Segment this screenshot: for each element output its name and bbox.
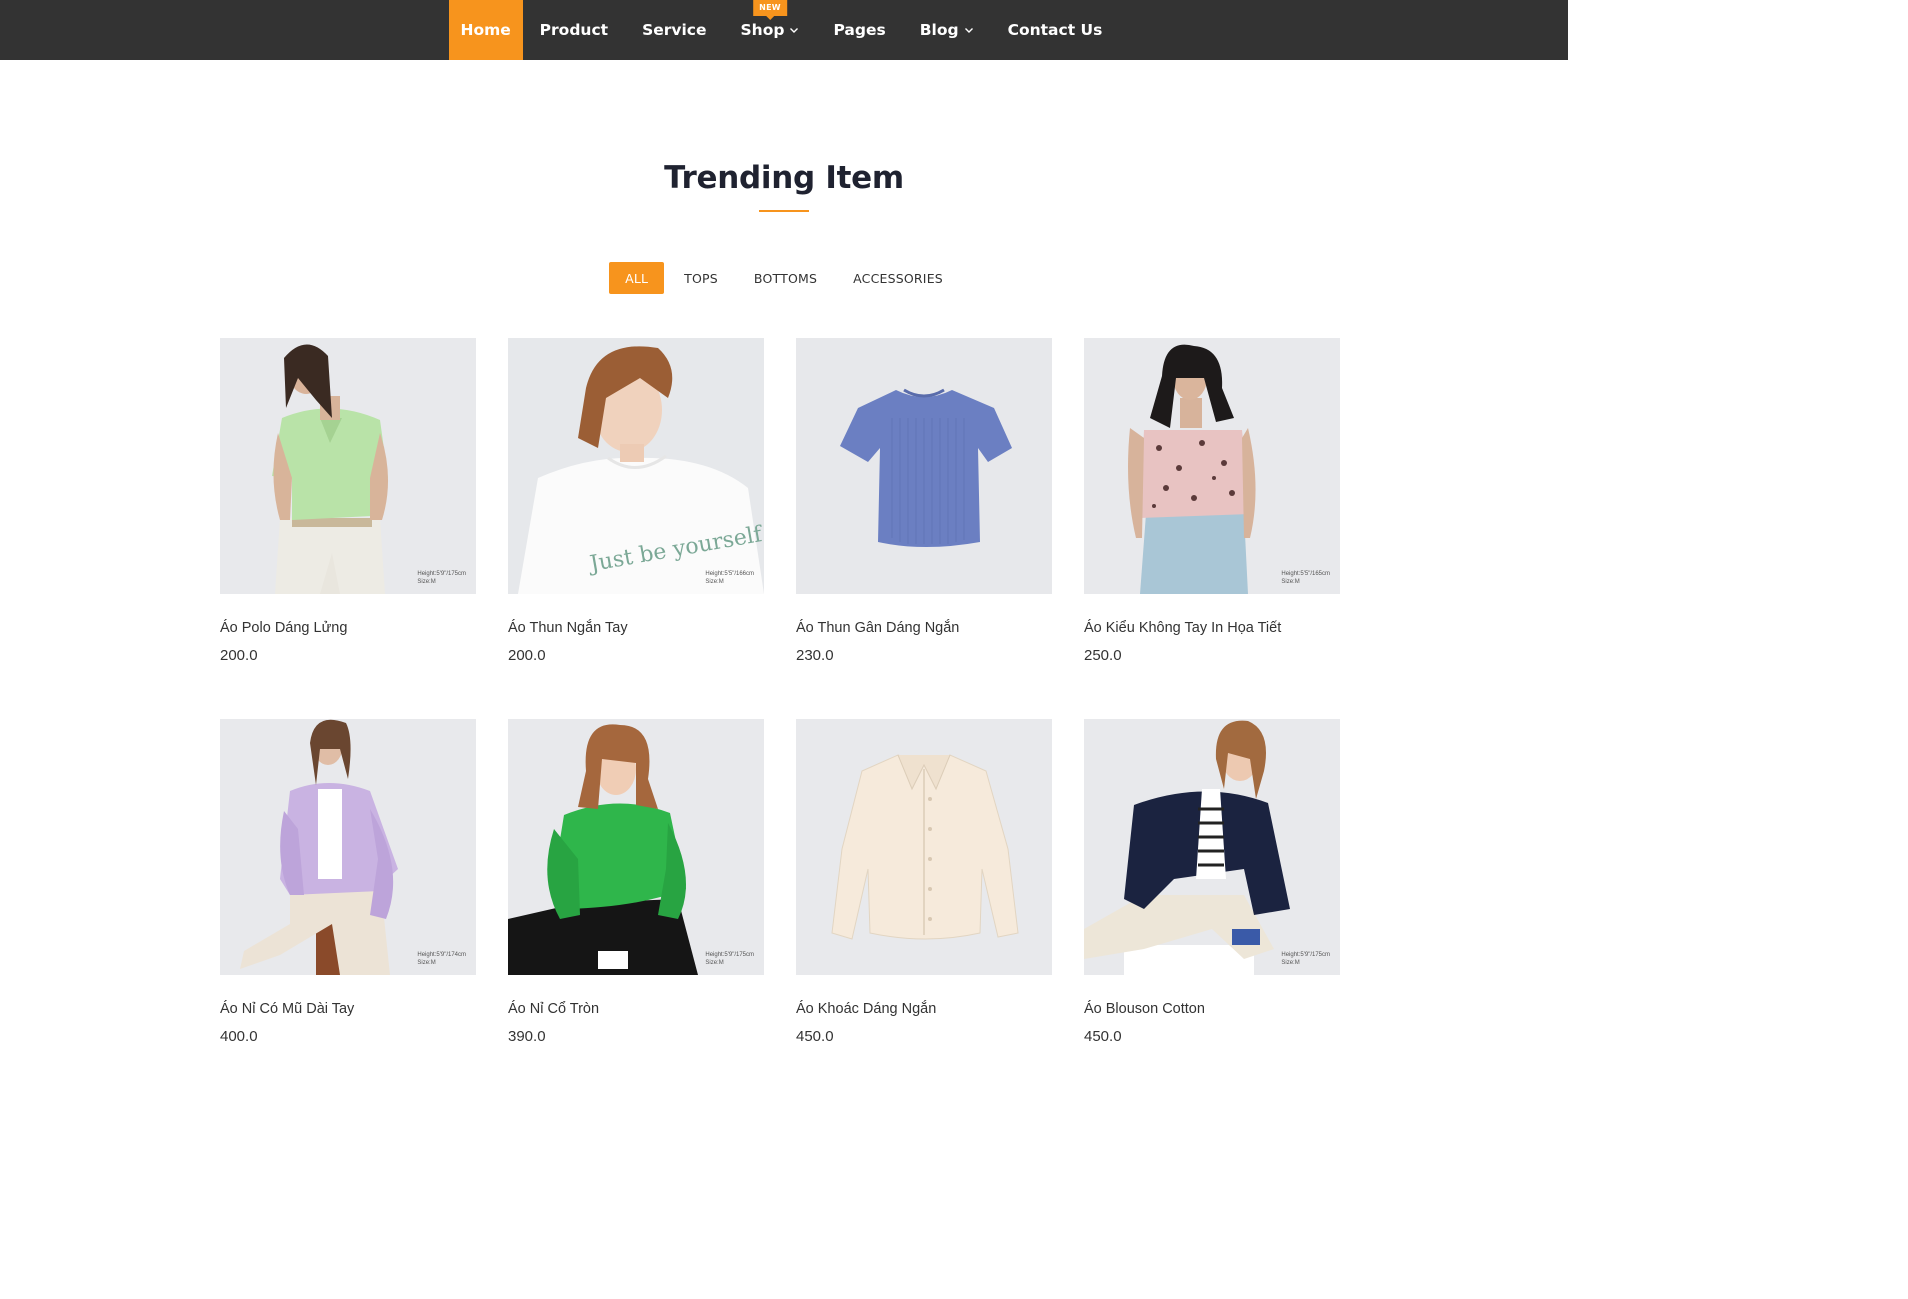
model-height: Height:5'9"/175cm bbox=[1281, 952, 1330, 958]
nav-item-shop[interactable]: NEW Shop bbox=[724, 0, 817, 60]
product-photo: Just be yourself bbox=[508, 338, 764, 594]
product-image[interactable] bbox=[796, 338, 1052, 594]
nav-item-label: Shop bbox=[740, 21, 785, 39]
model-height: Height:5'5"/166cm bbox=[705, 571, 754, 577]
nav-item-blog[interactable]: Blog bbox=[903, 0, 991, 60]
product-name[interactable]: Áo Thun Ngắn Tay bbox=[508, 620, 764, 636]
model-height: Height:5'9"/175cm bbox=[417, 571, 466, 577]
product-grid: Height:5'9"/175cm Size:M Áo Polo Dáng Lử… bbox=[220, 338, 1342, 1100]
product-card[interactable]: Height:5'9"/174cm Size:M Áo Nỉ Có Mũ Dài… bbox=[220, 719, 476, 1100]
product-price: 390.0 bbox=[508, 1028, 546, 1045]
nav-item-label: Service bbox=[642, 21, 707, 39]
product-name[interactable]: Áo Nỉ Cổ Tròn bbox=[508, 1001, 764, 1017]
product-name[interactable]: Áo Khoác Dáng Ngắn bbox=[796, 1001, 1052, 1017]
chevron-down-icon bbox=[789, 25, 799, 35]
filter-bottoms[interactable]: BOTTOMS bbox=[738, 262, 833, 294]
filter-accessories[interactable]: ACCESSORIES bbox=[837, 262, 959, 294]
product-price: 200.0 bbox=[508, 647, 546, 664]
model-size-note: Height:5'9"/175cm Size:M bbox=[417, 570, 466, 586]
nav-item-home[interactable]: Home bbox=[448, 0, 523, 60]
model-size-note: Height:5'5"/166cm Size:M bbox=[705, 570, 754, 586]
filter-tops[interactable]: TOPS bbox=[668, 262, 734, 294]
product-price: 200.0 bbox=[220, 647, 258, 664]
product-price: 400.0 bbox=[220, 1028, 258, 1045]
product-card[interactable]: Áo Thun Gân Dáng Ngắn 230.0 bbox=[796, 338, 1052, 719]
model-size: Size:M bbox=[1281, 960, 1300, 966]
nav-item-contact-us[interactable]: Contact Us bbox=[991, 0, 1120, 60]
nav-item-label: Blog bbox=[919, 21, 959, 39]
product-photo bbox=[508, 719, 764, 975]
product-name[interactable]: Áo Thun Gân Dáng Ngắn bbox=[796, 620, 1052, 636]
main-navbar: Home Product Service NEW Shop Pages Blog… bbox=[0, 0, 1568, 60]
model-size: Size:M bbox=[1281, 579, 1300, 585]
title-underline bbox=[759, 210, 809, 212]
nav-item-label: Contact Us bbox=[1007, 21, 1103, 39]
model-size: Size:M bbox=[705, 960, 724, 966]
product-price: 450.0 bbox=[796, 1028, 834, 1045]
product-photo bbox=[796, 719, 1052, 975]
product-photo bbox=[796, 338, 1052, 594]
nav-item-label: Home bbox=[460, 21, 511, 39]
model-size-note: Height:5'9"/174cm Size:M bbox=[417, 951, 466, 967]
product-price: 450.0 bbox=[1084, 1028, 1122, 1045]
product-image[interactable]: Height:5'9"/175cm Size:M bbox=[220, 338, 476, 594]
product-image[interactable]: Height:5'9"/174cm Size:M bbox=[220, 719, 476, 975]
product-name[interactable]: Áo Kiểu Không Tay In Họa Tiết bbox=[1084, 620, 1340, 636]
model-size-note: Height:5'9"/175cm Size:M bbox=[705, 951, 754, 967]
product-photo bbox=[220, 338, 476, 594]
product-name[interactable]: Áo Blouson Cotton bbox=[1084, 1001, 1340, 1017]
product-price: 250.0 bbox=[1084, 647, 1122, 664]
nav-item-label: Pages bbox=[833, 21, 886, 39]
filter-all[interactable]: ALL bbox=[609, 262, 665, 294]
nav-item-service[interactable]: Service bbox=[625, 0, 723, 60]
model-size: Size:M bbox=[417, 960, 436, 966]
product-card[interactable]: Height:5'9"/175cm Size:M Áo Nỉ Cổ Tròn 3… bbox=[508, 719, 764, 1100]
product-card[interactable]: Just be yourself Height:5'5"/166cm Size:… bbox=[508, 338, 764, 719]
product-price: 230.0 bbox=[796, 647, 834, 664]
product-photo bbox=[220, 719, 476, 975]
product-name[interactable]: Áo Nỉ Có Mũ Dài Tay bbox=[220, 1001, 476, 1017]
product-image[interactable]: Just be yourself Height:5'5"/166cm Size:… bbox=[508, 338, 764, 594]
product-card[interactable]: Height:5'9"/175cm Size:M Áo Polo Dáng Lử… bbox=[220, 338, 476, 719]
product-card[interactable]: Height:5'5"/165cm Size:M Áo Kiểu Không T… bbox=[1084, 338, 1340, 719]
model-height: Height:5'9"/175cm bbox=[705, 952, 754, 958]
model-size-note: Height:5'9"/175cm Size:M bbox=[1281, 951, 1330, 967]
section-title: Trending Item bbox=[664, 160, 904, 196]
chevron-down-icon bbox=[964, 25, 974, 35]
product-image[interactable]: Height:5'9"/175cm Size:M bbox=[508, 719, 764, 975]
product-image[interactable] bbox=[796, 719, 1052, 975]
model-height: Height:5'5"/165cm bbox=[1281, 571, 1330, 577]
model-size: Size:M bbox=[705, 579, 724, 585]
nav-menu: Home Product Service NEW Shop Pages Blog… bbox=[448, 0, 1120, 60]
product-photo bbox=[1084, 338, 1340, 594]
nav-item-pages[interactable]: Pages bbox=[816, 0, 902, 60]
product-name[interactable]: Áo Polo Dáng Lửng bbox=[220, 620, 476, 636]
product-photo bbox=[1084, 719, 1340, 975]
nav-item-product[interactable]: Product bbox=[523, 0, 625, 60]
product-image[interactable]: Height:5'5"/165cm Size:M bbox=[1084, 338, 1340, 594]
nav-item-label: Product bbox=[539, 21, 609, 39]
model-height: Height:5'9"/174cm bbox=[417, 952, 466, 958]
model-size-note: Height:5'5"/165cm Size:M bbox=[1281, 570, 1330, 586]
model-size: Size:M bbox=[417, 579, 436, 585]
product-image[interactable]: Height:5'9"/175cm Size:M bbox=[1084, 719, 1340, 975]
category-filters: ALL TOPS BOTTOMS ACCESSORIES bbox=[0, 262, 1568, 294]
product-card[interactable]: Áo Khoác Dáng Ngắn 450.0 bbox=[796, 719, 1052, 1100]
new-badge: NEW bbox=[753, 0, 787, 16]
product-card[interactable]: Height:5'9"/175cm Size:M Áo Blouson Cott… bbox=[1084, 719, 1340, 1100]
